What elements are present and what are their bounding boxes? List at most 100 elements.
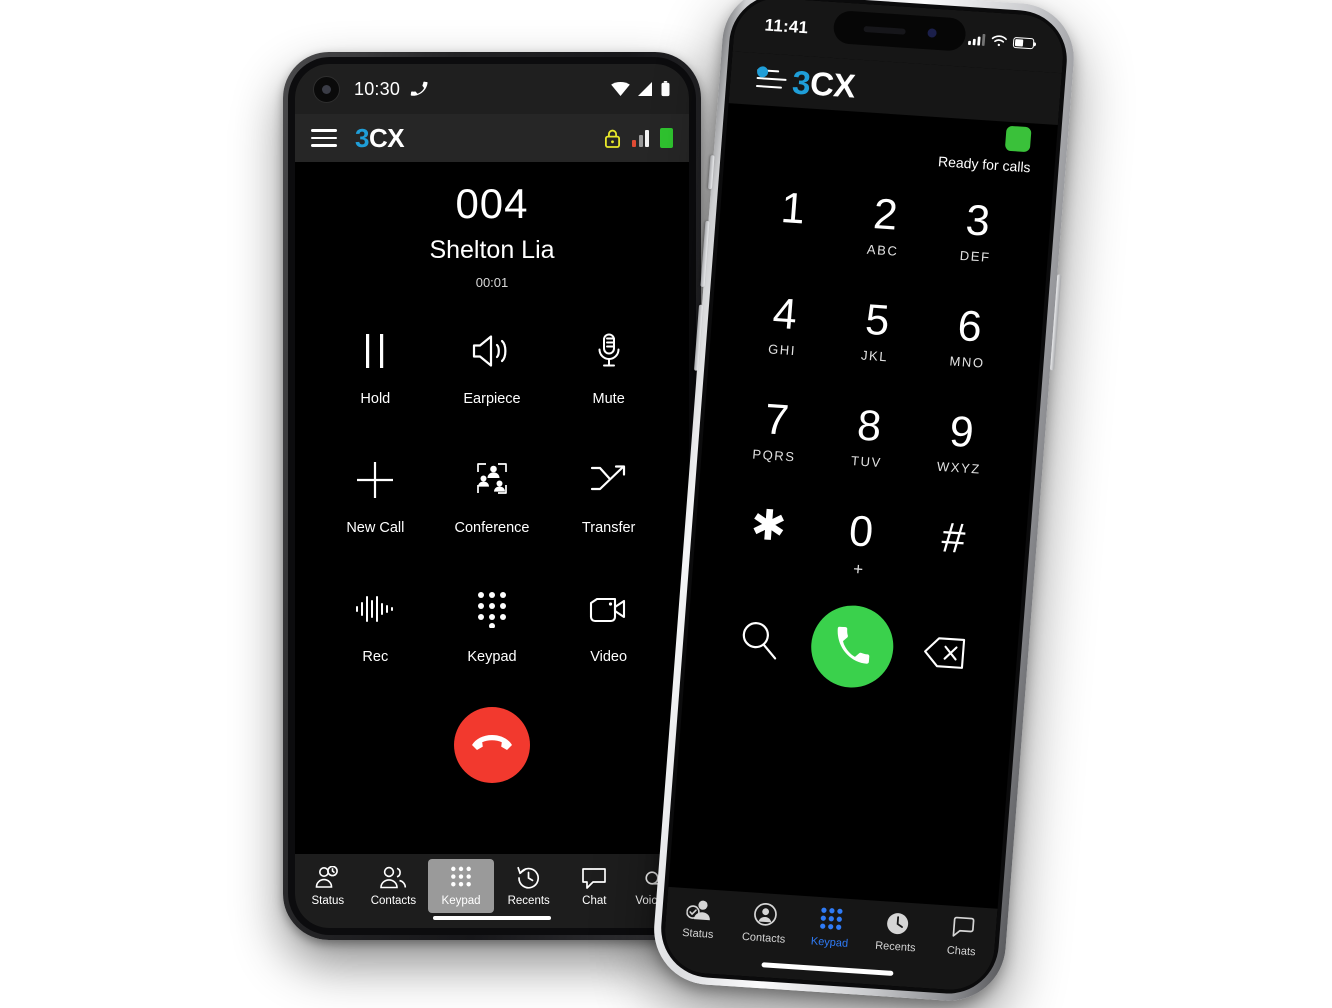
tab-keypad[interactable]: Keypad (796, 904, 865, 951)
tab-chats[interactable]: Chats (928, 912, 997, 959)
contacts-people-icon (379, 864, 407, 892)
dial-key-8[interactable]: 8 TUV (819, 388, 918, 484)
new-call-button[interactable]: New Call (317, 457, 434, 536)
tab-recents[interactable]: Recents (496, 859, 562, 907)
dial-key-0[interactable]: 0 + (811, 494, 910, 590)
android-hangup-row (295, 707, 689, 784)
dial-key-digit: 9 (947, 407, 976, 457)
dial-key-digit: 3 (964, 195, 992, 246)
dial-key-letters (950, 565, 951, 579)
tab-keypad[interactable]: Keypad (428, 859, 494, 913)
phones-composition: 10:30 3CX 004 Shelton Lia 00:01 Hold Ear… (0, 0, 1332, 1008)
mute-button[interactable]: Mute (550, 328, 667, 407)
mute-label: Mute (592, 391, 625, 408)
tab-recents-label: Recents (874, 939, 916, 955)
android-call-info: 004 Shelton Lia 00:01 (295, 162, 689, 290)
transfer-button[interactable]: Transfer (550, 457, 667, 536)
call-contact-name: Shelton Lia (429, 236, 555, 265)
dial-key-2[interactable]: 2 ABC (835, 177, 934, 273)
search-button[interactable] (737, 618, 782, 663)
backspace-icon (921, 634, 968, 671)
iphone-device: 11:41 3CX Ready for calls 1 2 ABC 3 DEF … (650, 0, 1078, 1005)
presence-available-icon (660, 128, 673, 148)
conference-button[interactable]: Conference (434, 457, 551, 536)
dial-key-digit: 2 (871, 189, 900, 240)
dial-key-letters (790, 236, 791, 250)
signal-bars-icon (632, 129, 649, 147)
dial-key-digit: 1 (779, 183, 807, 233)
dial-key-digit: ✱ (749, 500, 789, 550)
tab-status[interactable]: Status (664, 895, 733, 942)
rec-button[interactable]: Rec (317, 586, 434, 665)
tab-recents-label: Recents (507, 895, 550, 907)
dial-key-digit: 6 (956, 301, 984, 351)
android-app-bar-icons (604, 128, 673, 148)
tab-chat-label: Chat (582, 895, 607, 907)
video-button[interactable]: Video (550, 586, 667, 665)
dial-key-letters (765, 553, 766, 567)
hamburger-menu-dot-icon[interactable] (755, 66, 788, 92)
tab-chat[interactable]: Chat (562, 859, 628, 907)
keypad-button[interactable]: Keypad (434, 586, 551, 665)
call-handset-icon (832, 626, 873, 666)
rec-label: Rec (362, 649, 389, 666)
iphone-status-icons (968, 33, 1035, 49)
dial-key-digit: 0 (847, 506, 875, 557)
dial-key-hash[interactable]: # (903, 500, 1002, 596)
end-call-button[interactable] (454, 707, 530, 784)
cellular-signal-icon (968, 33, 986, 46)
dial-key-1[interactable]: 1 (743, 171, 842, 267)
transfer-label: Transfer (581, 520, 636, 537)
dial-key-5[interactable]: 5 JKL (827, 283, 926, 379)
dial-key-letters: + (852, 558, 864, 579)
earpiece-speaker (862, 25, 906, 35)
plus-icon (355, 457, 395, 503)
transfer-arrow-icon (589, 457, 629, 503)
earpiece-button[interactable]: Earpiece (434, 328, 551, 407)
tab-contacts-label: Contacts (741, 930, 786, 946)
call-button[interactable] (808, 602, 897, 691)
dial-key-letters: JKL (860, 347, 889, 364)
android-call-controls: Hold Earpiece Mute New Call Conference T… (295, 328, 689, 665)
tab-contacts[interactable]: Contacts (730, 899, 799, 946)
dial-key-3[interactable]: 3 DEF (927, 183, 1026, 279)
battery-icon (1012, 36, 1035, 49)
pause-icon (360, 328, 390, 374)
tab-status[interactable]: Status (295, 859, 361, 907)
front-camera-punch-hole (313, 75, 340, 103)
waveform-icon (354, 586, 396, 632)
chat-bubble-icon (951, 914, 976, 941)
android-app-bar: 3CX (295, 114, 689, 162)
dialpad-icon (475, 586, 509, 632)
cellular-signal-icon (637, 82, 653, 96)
dial-key-7[interactable]: 7 PQRS (726, 382, 825, 478)
earpiece-label: Earpiece (463, 391, 521, 408)
tab-contacts[interactable]: Contacts (361, 859, 427, 907)
dial-key-9[interactable]: 9 WXYZ (911, 394, 1010, 490)
dial-key-letters: ABC (866, 241, 900, 259)
iphone-status-time: 11:41 (763, 15, 809, 38)
video-label: Video (590, 649, 628, 666)
search-icon (737, 618, 782, 663)
3cx-logo: 3CX (355, 123, 405, 153)
call-duration: 00:01 (475, 275, 509, 291)
new-call-label: New Call (346, 520, 405, 537)
dial-key-digit: 7 (762, 394, 791, 445)
wifi-icon (991, 34, 1008, 47)
dial-key-6[interactable]: 6 MNO (919, 289, 1018, 385)
dial-key-letters: GHI (767, 340, 797, 358)
logo-cx: CX (368, 123, 405, 153)
android-home-indicator (433, 915, 551, 920)
dial-key-4[interactable]: 4 GHI (734, 276, 833, 372)
presence-available-icon[interactable] (1004, 125, 1032, 153)
android-phone-device: 10:30 3CX 004 Shelton Lia 00:01 Hold Ear… (283, 52, 701, 940)
hamburger-menu-icon[interactable] (311, 129, 337, 147)
tab-recents[interactable]: Recents (862, 908, 931, 955)
contact-person-icon (752, 901, 778, 929)
hold-button[interactable]: Hold (317, 328, 434, 407)
conference-icon (472, 457, 512, 503)
chat-bubble-icon (581, 864, 607, 892)
android-screen: 10:30 3CX 004 Shelton Lia 00:01 Hold Ear… (295, 64, 689, 928)
dial-key-star[interactable]: ✱ (718, 488, 817, 584)
backspace-button[interactable] (921, 634, 968, 671)
